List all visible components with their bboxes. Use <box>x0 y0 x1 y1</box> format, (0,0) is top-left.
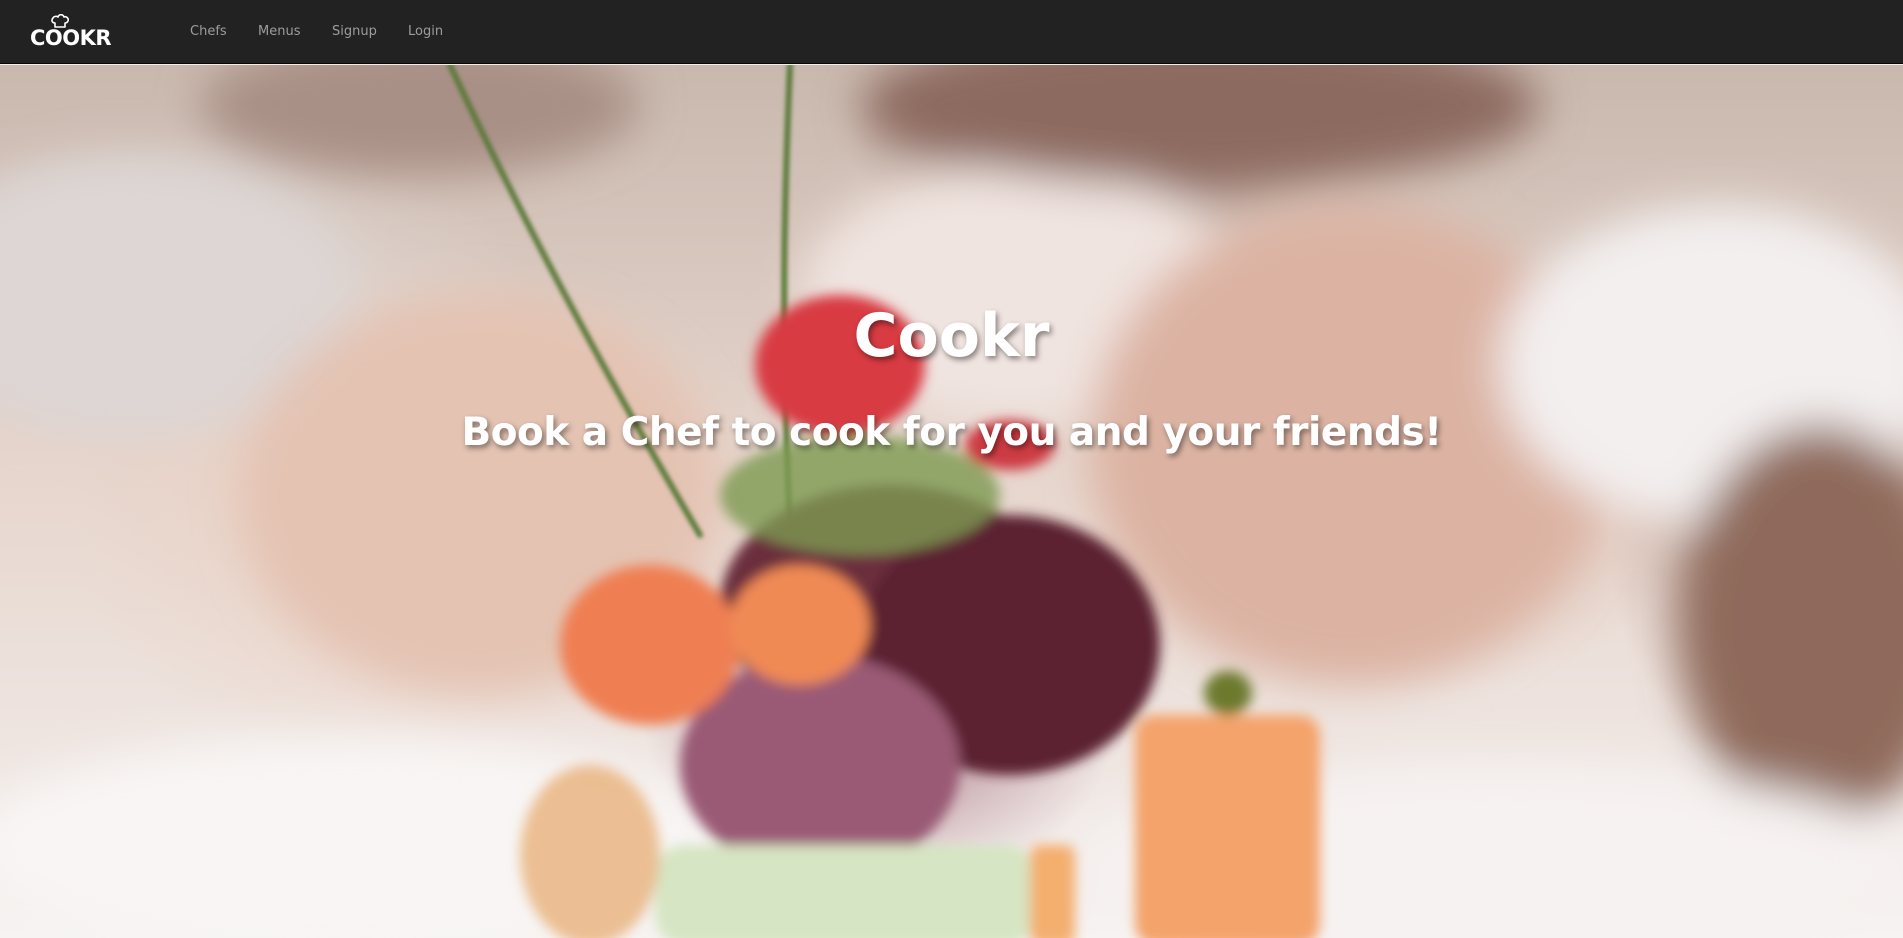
nav-link-signup[interactable]: Signup <box>332 22 377 42</box>
nav-link-chefs[interactable]: Chefs <box>190 22 227 42</box>
brand-logo[interactable]: COOKR <box>30 14 114 50</box>
brand-name: COOKR <box>30 26 112 50</box>
hero-section: Cookr Book a Chef to cook for you and yo… <box>0 65 1903 938</box>
hero-title: Cookr <box>853 301 1050 371</box>
nav-link-login[interactable]: Login <box>408 22 443 42</box>
top-navbar: COOKR Chefs Menus Signup Login <box>0 0 1903 64</box>
hero-subtitle: Book a Chef to cook for you and your fri… <box>461 410 1442 455</box>
hero-background-image <box>0 65 1903 938</box>
nav-link-menus[interactable]: Menus <box>258 22 300 42</box>
